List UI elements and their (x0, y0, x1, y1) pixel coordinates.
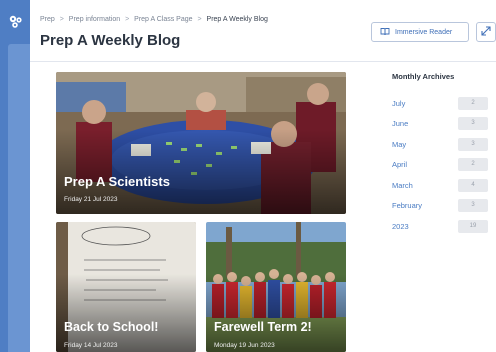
expand-button[interactable] (476, 22, 496, 42)
archives-title: Monthly Archives (392, 72, 455, 81)
breadcrumb-separator: > (125, 16, 130, 23)
expand-icon (481, 23, 491, 41)
archive-link[interactable]: July (392, 99, 405, 108)
post-title[interactable]: Prep A Scientists (64, 174, 170, 189)
archive-count-badge: 3 (458, 137, 488, 151)
archive-link[interactable]: March (392, 181, 413, 190)
blog-post-card[interactable]: Farewell Term 2! Monday 19 Jun 2023 (206, 222, 346, 352)
app-frame: Prep > Prep information > Prep A Class P… (0, 0, 496, 352)
post-date: Friday 14 Jul 2023 (64, 342, 118, 349)
left-rail (0, 0, 32, 352)
blog-post-card[interactable]: Prep A Scientists Friday 21 Jul 2023 (56, 72, 346, 214)
post-title[interactable]: Back to School! (64, 320, 158, 334)
archive-item[interactable]: April 2 (392, 155, 488, 176)
archive-link[interactable]: 2023 (392, 222, 409, 231)
breadcrumb-separator: > (197, 16, 202, 23)
post-date: Friday 21 Jul 2023 (64, 196, 118, 203)
monthly-archives: Monthly Archives July 2 June 3 May 3 Apr… (392, 72, 488, 237)
page-title: Prep A Weekly Blog (40, 32, 181, 49)
immersive-reader-button[interactable]: Immersive Reader (371, 22, 469, 42)
archive-item[interactable]: June 3 (392, 114, 488, 135)
page-header: Prep > Prep information > Prep A Class P… (30, 0, 496, 62)
immersive-reader-icon (380, 27, 390, 38)
archive-item[interactable]: 2023 19 (392, 216, 488, 237)
archive-count-badge: 19 (458, 219, 488, 233)
archive-item[interactable]: February 3 (392, 196, 488, 217)
immersive-reader-label: Immersive Reader (395, 28, 453, 36)
breadcrumb-separator: > (59, 16, 64, 23)
archive-link[interactable]: June (392, 119, 408, 128)
breadcrumb-item-class-page[interactable]: Prep A Class Page (134, 16, 192, 23)
breadcrumb-item-prep[interactable]: Prep (40, 16, 55, 23)
archive-link[interactable]: April (392, 160, 407, 169)
card-overlay (206, 274, 346, 352)
blog-post-card[interactable]: Back to School! Friday 14 Jul 2023 (56, 222, 196, 352)
archive-count-badge: 3 (458, 199, 488, 213)
breadcrumb-item-current: Prep A Weekly Blog (206, 16, 268, 23)
main-content: Prep A Scientists Friday 21 Jul 2023 Bac… (30, 62, 496, 352)
breadcrumb: Prep > Prep information > Prep A Class P… (40, 16, 271, 23)
archive-item[interactable]: March 4 (392, 175, 488, 196)
archive-count-badge: 2 (458, 96, 488, 110)
archive-count-badge: 4 (458, 178, 488, 192)
archive-item[interactable]: July 2 (392, 93, 488, 114)
app-logo-icon[interactable] (6, 12, 26, 32)
rail-panel (8, 44, 30, 352)
archive-count-badge: 2 (458, 158, 488, 172)
archive-link[interactable]: February (392, 201, 422, 210)
archive-item[interactable]: May 3 (392, 134, 488, 155)
post-title[interactable]: Farewell Term 2! (214, 320, 312, 334)
archive-count-badge: 3 (458, 117, 488, 131)
breadcrumb-item-prep-information[interactable]: Prep information (69, 16, 120, 23)
archive-link[interactable]: May (392, 140, 406, 149)
card-overlay (56, 274, 196, 352)
post-date: Monday 19 Jun 2023 (214, 342, 275, 349)
